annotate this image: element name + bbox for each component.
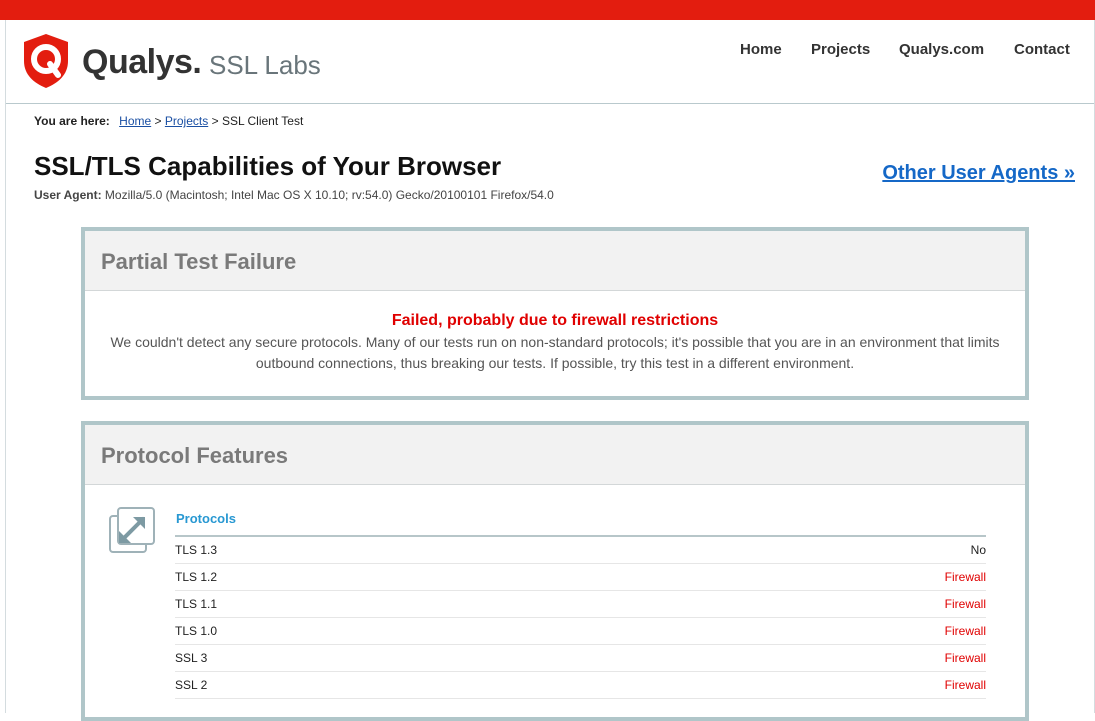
table-row: TLS 1.1 Firewall: [175, 591, 986, 618]
error-description: We couldn't detect any secure protocols.…: [110, 334, 1000, 371]
panel-header: Protocol Features: [85, 425, 1025, 485]
page-title: SSL/TLS Capabilities of Your Browser: [34, 151, 502, 181]
panel-title: Partial Test Failure: [101, 249, 297, 274]
breadcrumb-separator: >: [211, 114, 219, 128]
product-name[interactable]: SSL Labs: [209, 50, 321, 81]
table-row: TLS 1.0 Firewall: [175, 618, 986, 645]
protocol-value: Firewall: [944, 624, 986, 638]
protocol-name: TLS 1.1: [175, 597, 218, 611]
protocol-name: TLS 1.3: [175, 543, 218, 557]
nav-contact[interactable]: Contact: [1014, 41, 1070, 58]
protocol-value: Firewall: [944, 678, 986, 692]
site-header: Qualys. SSL Labs Home Projects Qualys.co…: [6, 20, 1094, 104]
error-title: Failed, probably due to firewall restric…: [391, 312, 719, 329]
breadcrumb: You are here: Home > Projects > SSL Clie…: [34, 114, 303, 128]
user-agent-label: User Agent:: [34, 188, 102, 202]
qualys-shield-logo-icon[interactable]: [22, 33, 70, 89]
protocol-name: SSL 3: [175, 651, 208, 665]
breadcrumb-label: You are here:: [34, 114, 110, 128]
table-row: TLS 1.3 No: [175, 537, 986, 564]
breadcrumb-separator: >: [154, 114, 162, 128]
protocol-features-panel: Protocol Features Protocols TLS 1.3 No T…: [81, 421, 1029, 721]
nav-home[interactable]: Home: [740, 41, 782, 58]
nav-projects[interactable]: Projects: [811, 41, 870, 58]
top-accent-bar: [0, 0, 1095, 20]
user-agent-line: User Agent: Mozilla/5.0 (Macintosh; Inte…: [34, 188, 554, 202]
protocols-expand-arrows-icon: [109, 507, 155, 553]
panel-title: Protocol Features: [101, 443, 289, 468]
table-row: TLS 1.2 Firewall: [175, 564, 986, 591]
protocol-name: SSL 2: [175, 678, 208, 692]
protocols-section-title: Protocols: [175, 511, 986, 537]
protocol-value: Firewall: [944, 651, 986, 665]
protocol-value: No: [970, 543, 986, 557]
panel-header: Partial Test Failure: [85, 231, 1025, 291]
user-agent-value: Mozilla/5.0 (Macintosh; Intel Mac OS X 1…: [104, 188, 554, 202]
protocol-value: Firewall: [944, 597, 986, 611]
breadcrumb-home-link[interactable]: Home: [119, 114, 151, 128]
partial-test-failure-panel: Partial Test Failure Failed, probably du…: [81, 227, 1029, 400]
protocol-value: Firewall: [944, 570, 986, 584]
protocols-table: Protocols TLS 1.3 No TLS 1.2 Firewall TL…: [175, 511, 986, 699]
protocol-name: TLS 1.0: [175, 624, 218, 638]
brand-name[interactable]: Qualys.: [82, 43, 202, 82]
protocol-name: TLS 1.2: [175, 570, 218, 584]
breadcrumb-current: SSL Client Test: [221, 114, 304, 128]
table-row: SSL 2 Firewall: [175, 672, 986, 699]
other-user-agents-link[interactable]: Other User Agents »: [882, 162, 1075, 185]
nav-qualys-com[interactable]: Qualys.com: [899, 41, 984, 58]
breadcrumb-projects-link[interactable]: Projects: [165, 114, 208, 128]
table-row: SSL 3 Firewall: [175, 645, 986, 672]
